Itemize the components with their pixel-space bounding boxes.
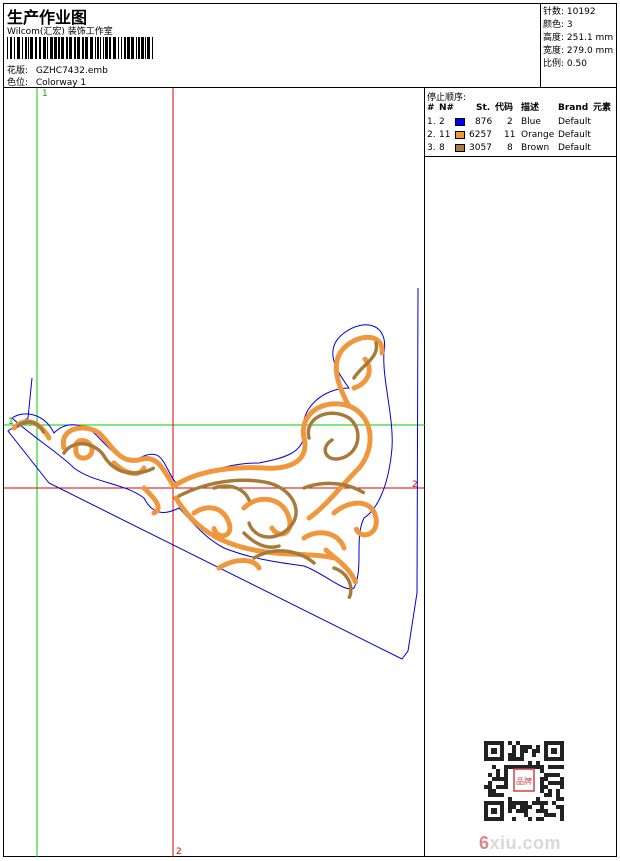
stat-value: 0.50: [566, 59, 587, 69]
production-worksheet: 生产作业图 Wilcom(汇宏) 装饰工作室 花版: GZHC7432.emb …: [3, 3, 617, 857]
stat-stitches: 针数: 10192: [541, 6, 617, 19]
watermark-logo-rest: xiu.com: [489, 833, 562, 853]
needle-number: 8: [439, 143, 445, 153]
column-header: 代码: [495, 103, 514, 113]
row-index: 1.: [427, 117, 436, 127]
design-stats: 针数: 10192 颜色: 3 高度: 251.1 mm 宽度: 279.0 m…: [541, 4, 617, 88]
table-row[interactable]: 1. 2 876 2 Blue Default: [425, 116, 617, 129]
color-description: Orange: [521, 130, 555, 140]
embroidery-preview: 1 1 2 2: [4, 88, 425, 857]
barcode-image: [7, 37, 153, 59]
table-row[interactable]: 2. 11 6257 11 Orange Default: [425, 129, 617, 142]
column-header: 元素: [593, 103, 612, 113]
stat-label: 宽度:: [543, 46, 565, 56]
stat-value: 10192: [566, 7, 596, 17]
stat-height: 高度: 251.1 mm: [541, 32, 617, 45]
stop-sequence-header: # N# St. 代码 描述 Brand 元素: [425, 102, 617, 115]
stat-label: 比例:: [543, 59, 565, 69]
design-canvas[interactable]: 1 1 2 2: [4, 88, 425, 857]
company-name: Wilcom(汇宏) 装饰工作室: [7, 27, 113, 37]
worksheet-header: 生产作业图 Wilcom(汇宏) 装饰工作室 花版: GZHC7432.emb …: [4, 4, 541, 88]
red-guide-label-v: 2: [176, 847, 182, 857]
colorway-row: 色位: Colorway 1: [7, 75, 86, 88]
column-header: 描述: [521, 103, 540, 113]
brand: Default: [558, 117, 591, 127]
stitch-count: 3057: [469, 143, 492, 153]
stop-sequence-panel: 停止顺序: # N# St. 代码 描述 Brand 元素 1. 2 876 2…: [425, 88, 617, 157]
color-description: Brown: [521, 143, 550, 153]
table-row[interactable]: 3. 8 3057 8 Brown Default: [425, 142, 617, 155]
stat-value: 279.0 mm: [566, 46, 614, 56]
seal-text: 品牌: [516, 776, 532, 786]
color-swatch: [455, 131, 465, 139]
stat-colors: 颜色: 3: [541, 19, 617, 32]
orange-stitches: [11, 334, 385, 586]
row-index: 2.: [427, 130, 436, 140]
colorway-value: Colorway 1: [35, 78, 87, 88]
watermark-logo: 6xiu.com: [479, 833, 561, 854]
brand: Default: [558, 143, 591, 153]
stitch-count: 6257: [469, 130, 492, 140]
stat-label: 针数:: [543, 7, 565, 17]
column-header: St.: [476, 103, 491, 113]
embroidery-design: [11, 334, 385, 600]
stat-width: 宽度: 279.0 mm: [541, 45, 617, 58]
color-code: 8: [507, 143, 513, 153]
stat-label: 高度:: [543, 33, 565, 43]
watermark-logo-prefix: 6: [479, 833, 490, 853]
color-swatch: [455, 144, 465, 152]
green-guide-label: 1: [42, 89, 48, 99]
row-index: 3.: [427, 143, 436, 153]
needle-number: 11: [439, 130, 451, 140]
needle-number: 2: [439, 117, 445, 127]
brand: Default: [558, 130, 591, 140]
stat-value: 3: [566, 20, 573, 30]
qr-code-image: 品牌: [482, 739, 566, 823]
column-header: Brand: [558, 103, 589, 113]
color-swatch: [455, 118, 465, 126]
stitch-count: 876: [475, 117, 493, 127]
stat-scale: 比例: 0.50: [541, 58, 617, 71]
stat-value: 251.1 mm: [566, 33, 614, 43]
color-description: Blue: [521, 117, 541, 127]
column-header: N#: [439, 103, 455, 113]
stat-label: 颜色:: [543, 20, 565, 30]
color-code: 11: [504, 130, 516, 140]
column-header: #: [427, 103, 435, 113]
brown-stitches: [16, 341, 379, 600]
colorway-label: 色位:: [7, 78, 29, 88]
color-code: 2: [507, 117, 513, 127]
